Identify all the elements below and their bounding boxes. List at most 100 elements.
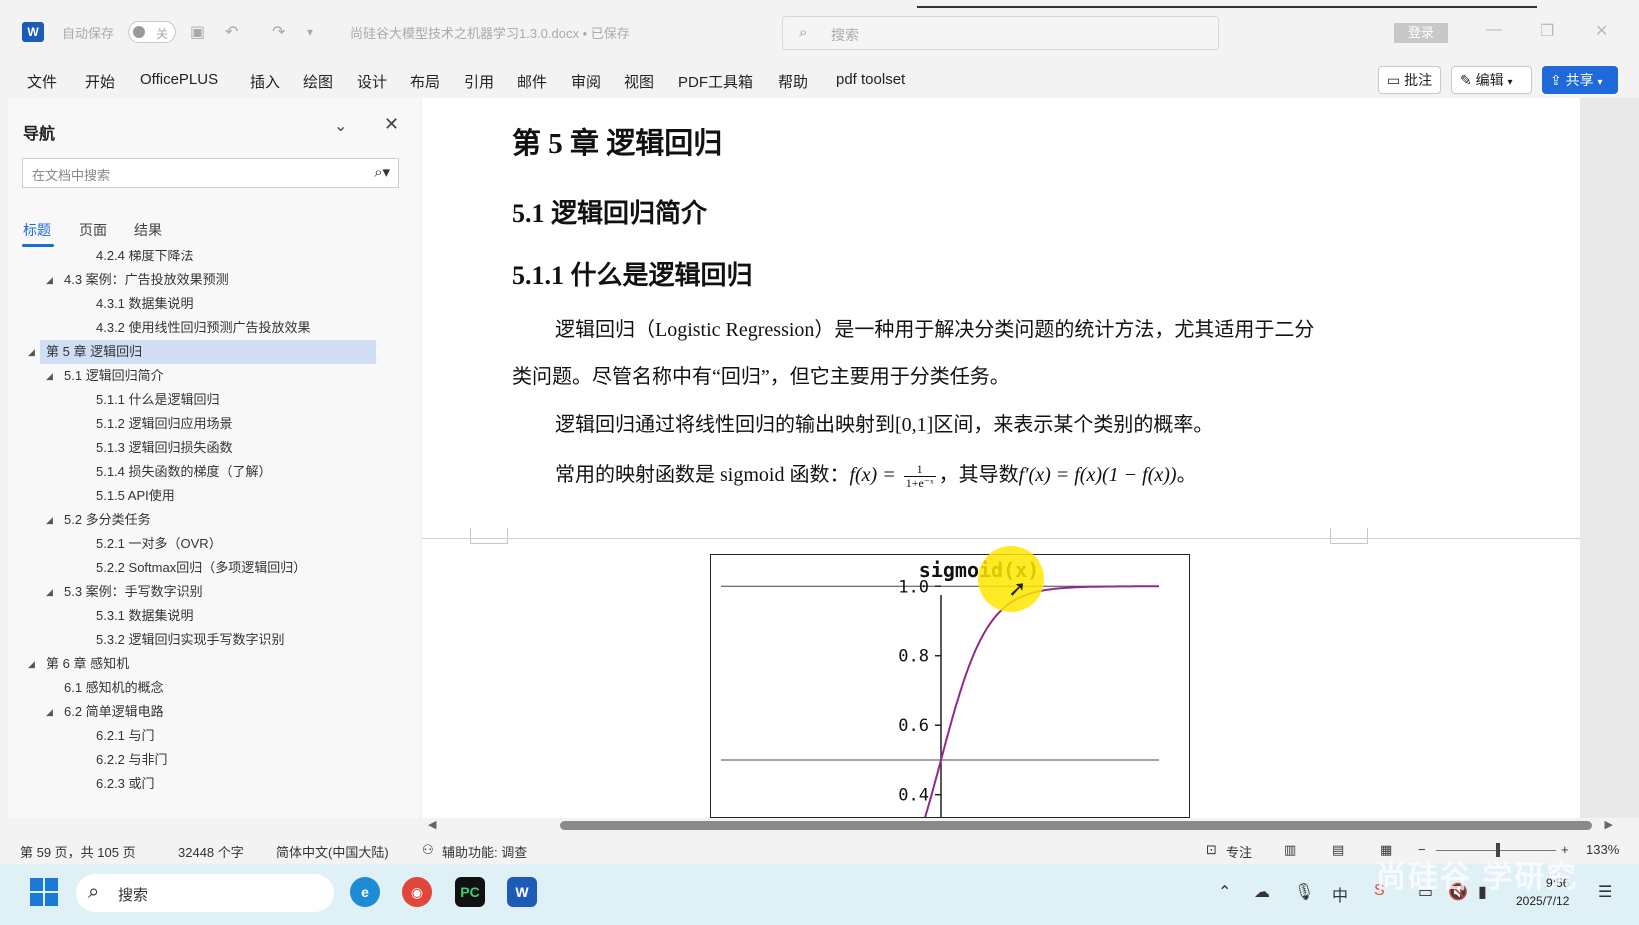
paragraph-1-line-2: 类问题。尽管名称中有“回归”，但它主要用于分类任务。 — [512, 366, 1010, 388]
nav-heading-item[interactable]: 5.1.3 逻辑回归损失函数 — [8, 436, 408, 460]
menu-insert[interactable]: 插入 — [250, 71, 280, 92]
expand-triangle-icon[interactable]: ◢ — [28, 340, 35, 364]
nav-heading-item[interactable]: 5.1.4 损失函数的梯度（了解） — [8, 460, 408, 484]
close-window-icon[interactable]: ✕ — [1595, 21, 1608, 41]
nav-heading-item[interactable]: 6.2.3 或门 — [8, 772, 408, 796]
windows-start-icon[interactable] — [30, 878, 58, 906]
scroll-right-icon[interactable]: ▶ — [1605, 818, 1613, 831]
accessibility-status[interactable]: 辅助功能: 调查 — [442, 842, 527, 861]
print-layout-icon[interactable]: ▤ — [1332, 842, 1344, 858]
focus-mode-button[interactable]: 专注 — [1226, 842, 1252, 861]
read-mode-icon[interactable]: ▥ — [1284, 842, 1296, 858]
menu-draw[interactable]: 绘图 — [303, 71, 333, 92]
redo-icon[interactable]: ↷ — [272, 22, 285, 42]
fraction-denominator: 1+e⁻ˣ — [905, 475, 934, 490]
expand-triangle-icon[interactable]: ◢ — [46, 268, 53, 292]
nav-heading-item[interactable]: ◢ 5.2 多分类任务 — [8, 508, 408, 532]
pane-options-chevron-icon[interactable]: ⌄ — [334, 116, 347, 136]
customize-quick-access-icon[interactable]: ▾ — [307, 25, 313, 39]
menu-file[interactable]: 文件 — [27, 71, 57, 92]
editing-mode-button[interactable]: ✎ 编辑 ▾ — [1451, 66, 1532, 94]
notifications-icon[interactable]: ☰ — [1598, 882, 1612, 902]
show-hidden-icons-icon[interactable]: ⌃ — [1218, 882, 1231, 902]
title-bar: W 自动保存 关 ▣ ↶ ↷ ▾ 尚硅谷大模型技术之机器学习1.3.0.docx… — [0, 0, 1639, 62]
nav-heading-item[interactable]: ◢ 5.3 案例：手写数字识别 — [8, 580, 408, 604]
login-button[interactable]: 登录 — [1394, 23, 1448, 43]
nav-heading-item[interactable]: 5.1.5 API使用 — [8, 484, 408, 508]
pycharm-icon[interactable]: PC — [455, 877, 485, 907]
nav-heading-item[interactable]: 4.3.1 数据集说明 — [8, 292, 408, 316]
nav-heading-item[interactable]: ◢ 第 6 章 感知机 — [8, 652, 408, 676]
menu-pdf-toolbox[interactable]: PDF工具箱 — [678, 71, 753, 92]
menu-pdf-toolset[interactable]: pdf toolset — [836, 71, 905, 88]
expand-triangle-icon[interactable]: ◢ — [46, 508, 53, 532]
expand-triangle-icon[interactable]: ◢ — [46, 700, 53, 724]
menu-layout[interactable]: 布局 — [410, 71, 440, 92]
menu-mailings[interactable]: 邮件 — [517, 71, 547, 92]
autosave-toggle[interactable]: 关 — [128, 21, 176, 43]
comment-icon: ▭ — [1387, 72, 1401, 88]
nav-heading-item[interactable]: 5.2.1 一对多（OVR） — [8, 532, 408, 556]
taskbar-search[interactable]: ⌕ 搜索 — [76, 874, 334, 912]
nav-heading-item[interactable]: 6.2.2 与非门 — [8, 748, 408, 772]
menu-review[interactable]: 审阅 — [571, 71, 601, 92]
search-icon[interactable]: ⌕▾ — [374, 163, 390, 181]
menu-references[interactable]: 引用 — [464, 71, 494, 92]
menu-officeplus[interactable]: OfficePLUS — [140, 71, 218, 88]
save-icon[interactable]: ▣ — [190, 22, 205, 42]
nav-heading-item[interactable]: 5.3.1 数据集说明 — [8, 604, 408, 628]
nav-heading-item[interactable]: 5.2.2 Softmax回归（多项逻辑回归） — [8, 556, 408, 580]
undo-icon[interactable]: ↶ — [225, 22, 238, 42]
navigation-search-input[interactable]: 在文档中搜索 ⌕▾ — [22, 158, 399, 188]
input-method-icon[interactable]: 中 — [1332, 882, 1348, 906]
menu-view[interactable]: 视图 — [624, 71, 654, 92]
page-count[interactable]: 第 59 页，共 105 页 — [20, 842, 136, 861]
document-title[interactable]: 尚硅谷大模型技术之机器学习1.3.0.docx • 已保存 — [350, 23, 630, 42]
nav-heading-item[interactable]: 5.1.1 什么是逻辑回归 — [8, 388, 408, 412]
nav-heading-item[interactable]: 4.2.4 梯度下降法 — [8, 250, 408, 268]
edge-browser-icon[interactable]: e — [350, 877, 380, 907]
language-indicator[interactable]: 简体中文(中国大陆) — [276, 842, 389, 861]
nav-heading-item[interactable]: 6.1 感知机的概念 — [8, 676, 408, 700]
word-taskbar-icon[interactable]: W — [507, 877, 537, 907]
zoom-level[interactable]: 133% — [1586, 842, 1619, 857]
share-button[interactable]: ⇪ 共享 ▾ — [1542, 66, 1618, 94]
word-count[interactable]: 32448 个字 — [178, 842, 244, 861]
document-page[interactable]: 第 5 章 逻辑回归 5.1 逻辑回归简介 5.1.1 什么是逻辑回归 逻辑回归… — [422, 98, 1580, 818]
watermark: 尚硅谷 学研究 — [1376, 861, 1579, 894]
chrome-browser-icon[interactable]: ◉ — [402, 877, 432, 907]
minimize-icon[interactable]: — — [1486, 21, 1502, 39]
nav-heading-item[interactable]: ◢ 4.3 案例：广告投放效果预测 — [8, 268, 408, 292]
nav-heading-label: 4.3.1 数据集说明 — [96, 296, 194, 311]
microphone-icon[interactable]: 🎙 — [1294, 882, 1314, 902]
nav-heading-item[interactable]: 5.3.2 逻辑回归实现手写数字识别 — [8, 628, 408, 652]
word-logo-icon: W — [22, 22, 44, 42]
scroll-left-icon[interactable]: ◀ — [428, 818, 436, 831]
expand-triangle-icon[interactable]: ◢ — [28, 652, 35, 676]
page-corner-mark-right — [1330, 528, 1368, 544]
menu-home[interactable]: 开始 — [85, 71, 115, 92]
horizontal-scroll-thumb[interactable] — [560, 821, 1592, 830]
restore-icon[interactable]: ❐ — [1540, 21, 1554, 41]
nav-heading-item[interactable]: ◢ 6.2 简单逻辑电路 — [8, 700, 408, 724]
nav-heading-item[interactable]: 4.3.2 使用线性回归预测广告投放效果 — [8, 316, 408, 340]
expand-triangle-icon[interactable]: ◢ — [46, 580, 53, 604]
cloud-offline-icon[interactable]: ☁ — [1254, 882, 1270, 902]
nav-heading-item[interactable]: 6.2.1 与门 — [8, 724, 408, 748]
expand-triangle-icon[interactable]: ◢ — [46, 364, 53, 388]
nav-heading-label: 5.1 逻辑回归简介 — [64, 368, 164, 383]
nav-heading-item[interactable]: 5.1.2 逻辑回归应用场景 — [8, 412, 408, 436]
horizontal-scrollbar[interactable]: ◀ ▶ — [422, 818, 1639, 834]
nav-heading-item[interactable]: ◢ 5.1 逻辑回归简介 — [8, 364, 408, 388]
tab-pages[interactable]: 页面 — [79, 220, 107, 240]
title-search-box[interactable]: ⌕ 搜索 — [782, 16, 1219, 50]
vertical-scroll-area[interactable] — [1580, 98, 1639, 818]
tab-headings[interactable]: 标题 — [23, 220, 51, 240]
close-pane-icon[interactable]: ✕ — [384, 114, 399, 135]
nav-heading-item[interactable]: ◢ 第 5 章 逻辑回归 — [28, 340, 376, 364]
nav-heading-label: 5.1.4 损失函数的梯度（了解） — [96, 464, 272, 479]
menu-design[interactable]: 设计 — [357, 71, 387, 92]
menu-help[interactable]: 帮助 — [778, 71, 808, 92]
comments-button[interactable]: ▭ 批注 — [1378, 66, 1441, 94]
tab-results[interactable]: 结果 — [134, 220, 162, 240]
